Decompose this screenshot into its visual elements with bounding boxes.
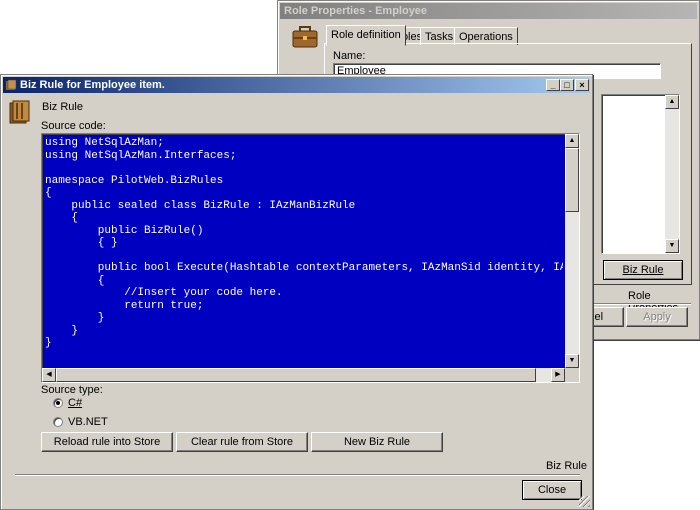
new-biz-rule-button-label: New Biz Rule (343, 436, 411, 448)
new-biz-rule-button[interactable]: New Biz Rule (311, 432, 443, 452)
name-label: Name: (333, 50, 366, 62)
role-properties-titlebar[interactable]: Role Properties - Employee (280, 3, 697, 19)
biz-rule-footer-label: Biz Rule (546, 460, 587, 472)
code-line: return true; (45, 299, 204, 312)
code-line: public BizRule() (45, 224, 204, 237)
code-line: { } (45, 237, 118, 249)
minimize-icon[interactable]: _ (546, 79, 560, 91)
biz-rule-window: Biz Rule for Employee item. _ □ × Biz Ru… (0, 74, 593, 510)
code-line: using NetSqlAzMan.Interfaces; (45, 149, 237, 162)
apply-button[interactable]: Apply (626, 307, 688, 327)
maximize-icon[interactable]: □ (560, 79, 574, 91)
radio-csharp-label: C# (68, 397, 83, 409)
clear-rule-button[interactable]: Clear rule from Store (176, 432, 308, 452)
code-line: public bool Execute(Hashtable contextPar… (45, 262, 563, 274)
code-scroll-up-arrow-icon[interactable]: ▲ (565, 134, 579, 148)
tab-tasks-label: Tasks (425, 31, 454, 43)
radio-vbnet[interactable]: VB.NET (53, 416, 133, 430)
code-line: { (45, 274, 105, 287)
reload-rule-button[interactable]: Reload rule into Store (41, 432, 173, 452)
code-line: public sealed class BizRule : IAzManBizR… (45, 199, 356, 212)
tab-role-definition[interactable]: Role definition (326, 25, 406, 46)
code-line: } (45, 337, 52, 349)
code-line: { (45, 187, 52, 199)
biz-rule-button[interactable]: Biz Rule (603, 260, 683, 280)
code-line: } (45, 324, 79, 337)
source-code-label: Source code: (41, 120, 106, 132)
code-vertical-scrollbar[interactable]: ▲ ▼ (565, 134, 579, 368)
radio-csharp[interactable]: C# (53, 397, 113, 411)
source-code-text: using NetSqlAzMan; using NetSqlAzMan.Inte… (45, 137, 563, 367)
source-type-label: Source type: (41, 384, 103, 396)
book-icon (7, 99, 33, 125)
code-line: namespace PilotWeb.BizRules (45, 174, 224, 187)
radio-vbnet-circle[interactable] (53, 417, 63, 427)
scroll-up-arrow-icon[interactable]: ▲ (665, 95, 679, 109)
description-area[interactable]: ▲ ▼ (601, 94, 680, 254)
scrollbar-corner (565, 368, 579, 382)
close-icon[interactable]: × (575, 79, 589, 91)
description-scrollbar[interactable]: ▲ ▼ (665, 95, 679, 253)
biz-rule-header-label: Biz Rule (42, 101, 83, 113)
reload-rule-button-label: Reload rule into Store (53, 436, 161, 448)
code-line: } (45, 312, 105, 324)
role-properties-title: Role Properties - Employee (284, 5, 428, 17)
radio-selected-dot (56, 401, 60, 405)
apply-button-label: Apply (643, 311, 671, 323)
radio-vbnet-label: VB.NET (68, 416, 108, 428)
biz-rule-footer-divider (15, 474, 580, 476)
tab-operations-label: Operations (459, 31, 513, 43)
radio-csharp-circle[interactable] (53, 398, 63, 408)
code-scroll-down-arrow-icon[interactable]: ▼ (565, 354, 579, 368)
briefcase-icon (292, 25, 318, 49)
biz-rule-title: Biz Rule for Employee item. (20, 79, 165, 91)
code-horizontal-scroll-thumb[interactable] (56, 368, 536, 382)
tab-role-definition-label: Role definition (331, 29, 401, 41)
source-code-editor[interactable]: using NetSqlAzMan; using NetSqlAzMan.Inte… (41, 133, 580, 383)
code-vertical-scroll-thumb[interactable] (565, 148, 579, 212)
code-scroll-left-arrow-icon[interactable]: ◀ (42, 368, 56, 382)
biz-rule-button-label: Biz Rule (622, 264, 664, 276)
code-line: //Insert your code here. (45, 287, 283, 299)
code-line: { (45, 212, 79, 224)
close-button-label: Close (537, 484, 567, 496)
code-scroll-right-arrow-icon[interactable]: ▶ (551, 368, 565, 382)
resize-grip-icon[interactable] (579, 496, 590, 507)
scroll-down-arrow-icon[interactable]: ▼ (665, 239, 679, 253)
biz-rule-titlebar[interactable]: Biz Rule for Employee item. _ □ × (3, 77, 590, 93)
code-line: using NetSqlAzMan; (45, 137, 164, 149)
app-icon (5, 79, 17, 91)
code-horizontal-scrollbar[interactable]: ◀ ▶ (42, 368, 565, 382)
clear-rule-button-label: Clear rule from Store (190, 436, 294, 448)
close-button[interactable]: Close (522, 480, 582, 500)
